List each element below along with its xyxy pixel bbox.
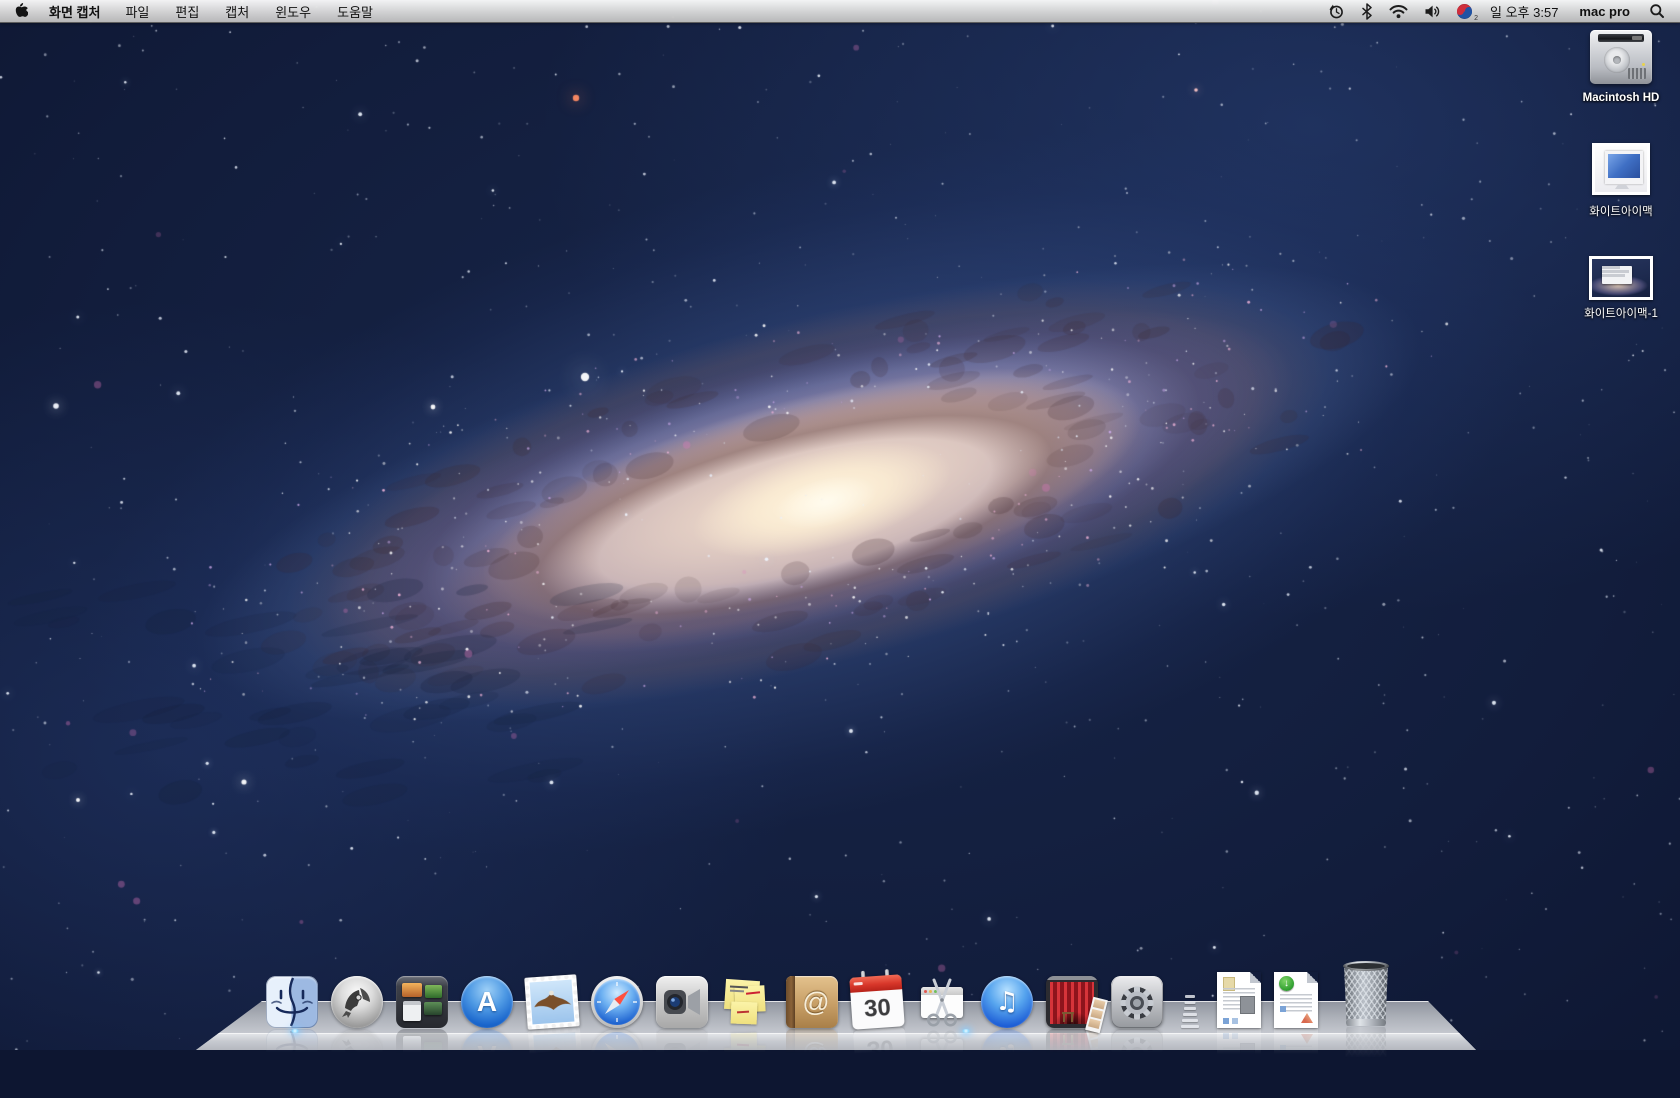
- input-source-menu[interactable]: 2: [1450, 0, 1479, 22]
- bluetooth-icon: [1361, 3, 1373, 20]
- time-machine-icon: [1328, 3, 1345, 20]
- ical-dock-icon[interactable]: 30: [849, 974, 905, 1030]
- desktop-icon-label: 화이트아이맥-1: [1566, 305, 1676, 321]
- image-file-icon: [1589, 256, 1653, 300]
- menu-item-window[interactable]: 윈도우: [262, 0, 324, 22]
- gears-icon: [1114, 979, 1160, 1025]
- hard-drive-icon: [1590, 30, 1652, 84]
- address-book-dock-icon[interactable]: @: [786, 976, 838, 1028]
- dock: A: [266, 964, 1389, 1028]
- volume-icon: [1424, 4, 1441, 19]
- app-store-dock-icon[interactable]: A: [461, 976, 513, 1028]
- eagle-icon: [524, 974, 580, 1030]
- wifi-icon: [1389, 4, 1408, 19]
- desktop-icon-white-imac-1[interactable]: 화이트아이맥-1: [1566, 256, 1676, 321]
- menu-app-name[interactable]: 화면 캡처: [37, 0, 112, 22]
- wallpaper-stars: [0, 0, 1680, 1050]
- facetime-dock-icon[interactable]: [656, 976, 708, 1028]
- compass-face: [594, 979, 640, 1025]
- scissors-icon: [916, 976, 968, 1028]
- menu-item-capture[interactable]: 캡처: [212, 0, 262, 22]
- desktop-icon-white-imac[interactable]: 화이트아이맥: [1566, 143, 1676, 219]
- stool: [1062, 1012, 1074, 1022]
- apple-menu[interactable]: [0, 0, 37, 22]
- video-camera-icon: [662, 982, 702, 1022]
- safari-dock-icon[interactable]: [591, 976, 643, 1028]
- running-indicator-finder: [291, 1029, 299, 1033]
- bluetooth-menu[interactable]: [1354, 0, 1380, 22]
- at-glyph: @: [786, 976, 838, 1028]
- music-note-glyph: ♫: [981, 976, 1033, 1028]
- desktop-icon-macintosh-hd[interactable]: Macintosh HD: [1566, 30, 1676, 104]
- apple-logo-icon: [14, 3, 28, 19]
- spotlight-menu[interactable]: [1642, 0, 1672, 22]
- finder-dock-icon[interactable]: [266, 976, 318, 1028]
- menu-item-help[interactable]: 도움말: [324, 0, 386, 22]
- system-preferences-dock-icon[interactable]: [1111, 976, 1163, 1028]
- volume-menu[interactable]: [1417, 0, 1448, 22]
- grab-dock-icon[interactable]: [916, 976, 968, 1028]
- menu-user[interactable]: mac pro: [1569, 0, 1640, 22]
- mission-control-dock-icon[interactable]: [396, 976, 448, 1028]
- wifi-menu[interactable]: [1382, 0, 1415, 22]
- launchpad-dock-icon[interactable]: [331, 976, 383, 1028]
- stickies-dock-icon[interactable]: [721, 976, 773, 1028]
- korean-flag-icon: [1457, 4, 1472, 19]
- trash-dock-icon[interactable]: [1343, 964, 1389, 1026]
- dock-separator: [1178, 992, 1202, 1028]
- app-store-letter: A: [461, 976, 513, 1028]
- time-machine-menu[interactable]: [1321, 0, 1352, 22]
- calendar-day: 30: [850, 988, 905, 1030]
- download-badge-icon: ↓: [1279, 976, 1294, 991]
- running-indicator-grab: [962, 1029, 970, 1033]
- itunes-dock-icon[interactable]: ♫: [981, 976, 1033, 1028]
- photo-booth-dock-icon[interactable]: [1046, 976, 1098, 1028]
- document-dock-icon[interactable]: [1217, 972, 1261, 1028]
- trash-mesh: [1343, 964, 1389, 1026]
- menu-clock[interactable]: 일 오후 3:57: [1481, 0, 1567, 22]
- menu-item-file[interactable]: 파일: [112, 0, 162, 22]
- desktop-icon-label: 화이트아이맥: [1566, 203, 1676, 219]
- input-source-badge: 2: [1474, 15, 1478, 22]
- menu-bar: 화면 캡처 파일 편집 캡처 윈도우 도움말: [0, 0, 1680, 23]
- spotlight-icon: [1649, 3, 1665, 19]
- image-file-icon: [1592, 143, 1650, 195]
- mail-dock-icon[interactable]: [524, 974, 580, 1030]
- menu-item-edit[interactable]: 편집: [162, 0, 212, 22]
- document-download-dock-icon[interactable]: ↓: [1274, 972, 1318, 1028]
- desktop-icon-label: Macintosh HD: [1566, 92, 1676, 104]
